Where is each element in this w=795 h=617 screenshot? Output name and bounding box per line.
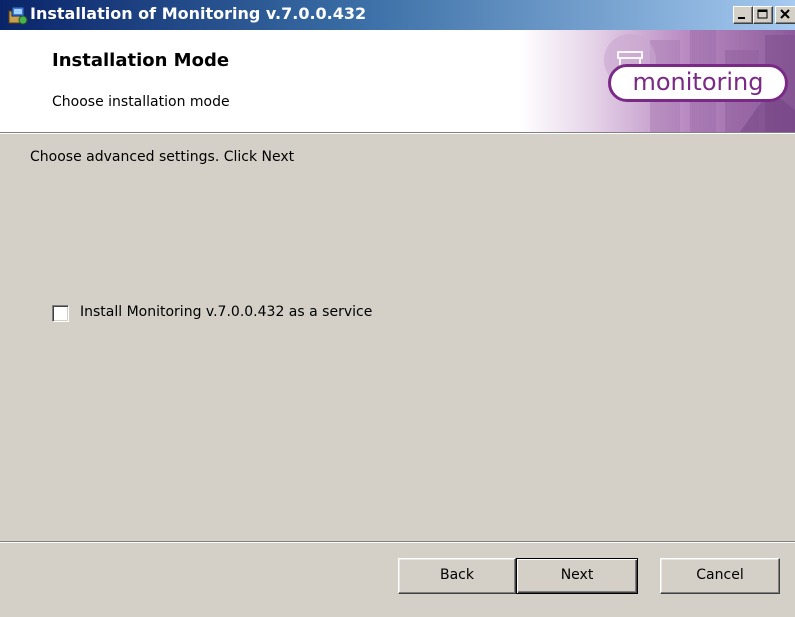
close-button[interactable] [775,6,795,24]
page-subtitle: Choose installation mode [52,94,230,110]
installer-icon [8,5,28,25]
title-bar[interactable]: Installation of Monitoring v.7.0.0.432 [0,0,795,30]
close-icon [780,9,790,19]
page-title: Installation Mode [52,50,230,71]
maximize-button[interactable] [753,6,773,24]
back-button[interactable]: Back [398,558,516,594]
next-button[interactable]: Next [516,558,638,594]
maximize-icon [757,9,768,19]
service-checkbox-label[interactable]: Install Monitoring v.7.0.0.432 as a serv… [80,304,372,320]
footer-divider-highlight [0,542,795,543]
header-banner: Installation Mode Choose installation mo… [0,30,795,132]
instruction-text: Choose advanced settings. Click Next [30,149,295,165]
window-title: Installation of Monitoring v.7.0.0.432 [30,4,367,23]
service-checkbox[interactable] [52,305,69,322]
minimize-button[interactable] [733,6,753,24]
header-divider-highlight [0,133,795,134]
minimize-icon [738,17,745,19]
cancel-button[interactable]: Cancel [660,558,780,594]
brand-logo: monitoring [608,64,788,102]
